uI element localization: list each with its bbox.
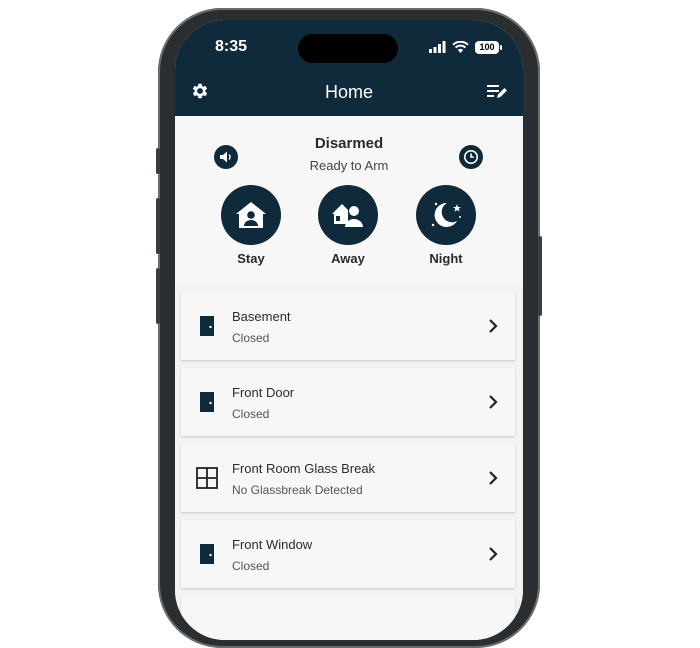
arm-stay-button[interactable] — [221, 185, 281, 245]
device-state: Closed — [232, 331, 270, 345]
person-leaving-icon — [332, 204, 363, 227]
device-name: Basement — [232, 309, 291, 324]
app-header: 8:35 100 Home — [175, 20, 523, 116]
chevron-right-icon — [489, 319, 498, 333]
device-card-partial[interactable] — [181, 596, 515, 640]
page-title: Home — [324, 82, 373, 102]
speaker-button[interactable] — [214, 145, 238, 169]
arm-stay-label: Stay — [237, 251, 265, 266]
edit-list-icon[interactable] — [487, 82, 507, 100]
status-icons: 100 — [429, 39, 502, 55]
clock-icon — [464, 150, 478, 164]
volume-down-button — [156, 268, 160, 324]
arm-away-button[interactable] — [318, 185, 378, 245]
volume-up-button — [156, 198, 160, 254]
window-grid-icon — [195, 466, 219, 490]
device-card-front-window[interactable]: Front Window Closed — [181, 520, 515, 588]
status-time: 8:35 — [215, 38, 248, 55]
device-name: Front Room Glass Break — [232, 461, 376, 476]
device-card-front-door[interactable]: Front Door Closed — [181, 368, 515, 436]
device-name: Front Door — [232, 385, 295, 400]
speaker-icon — [220, 151, 231, 163]
battery-indicator: 100 — [475, 40, 502, 54]
schedule-button[interactable] — [459, 145, 483, 169]
house-person-icon — [236, 202, 266, 228]
app-screen: 8:35 100 Home Disarmed Ready to Arm Stay… — [175, 20, 523, 640]
moon-stars-icon — [431, 202, 461, 227]
door-icon — [195, 542, 219, 566]
cellular-signal-icon — [429, 41, 446, 53]
chevron-right-icon — [489, 471, 498, 485]
door-icon — [195, 390, 219, 414]
arm-away-label: Away — [331, 251, 365, 266]
arm-night-button[interactable] — [416, 185, 476, 245]
mute-switch — [156, 148, 160, 174]
chevron-right-icon — [489, 547, 498, 561]
device-card-front-room-glass-break[interactable]: Front Room Glass Break No Glassbreak Det… — [181, 444, 515, 512]
device-state: Closed — [232, 407, 270, 421]
wifi-icon — [452, 41, 469, 53]
door-icon — [195, 314, 219, 338]
arming-panel: Disarmed Ready to Arm Stay Away Night — [175, 116, 523, 284]
main-content: Disarmed Ready to Arm Stay Away Night Ba… — [175, 116, 523, 640]
device-state: No Glassbreak Detected — [232, 483, 363, 497]
device-name: Front Window — [232, 537, 313, 552]
arm-night-label: Night — [429, 251, 463, 266]
chevron-right-icon — [489, 395, 498, 409]
device-state: Closed — [232, 559, 270, 573]
device-card-basement[interactable]: Basement Closed — [181, 292, 515, 360]
dynamic-island — [298, 34, 398, 63]
power-button — [538, 236, 542, 316]
